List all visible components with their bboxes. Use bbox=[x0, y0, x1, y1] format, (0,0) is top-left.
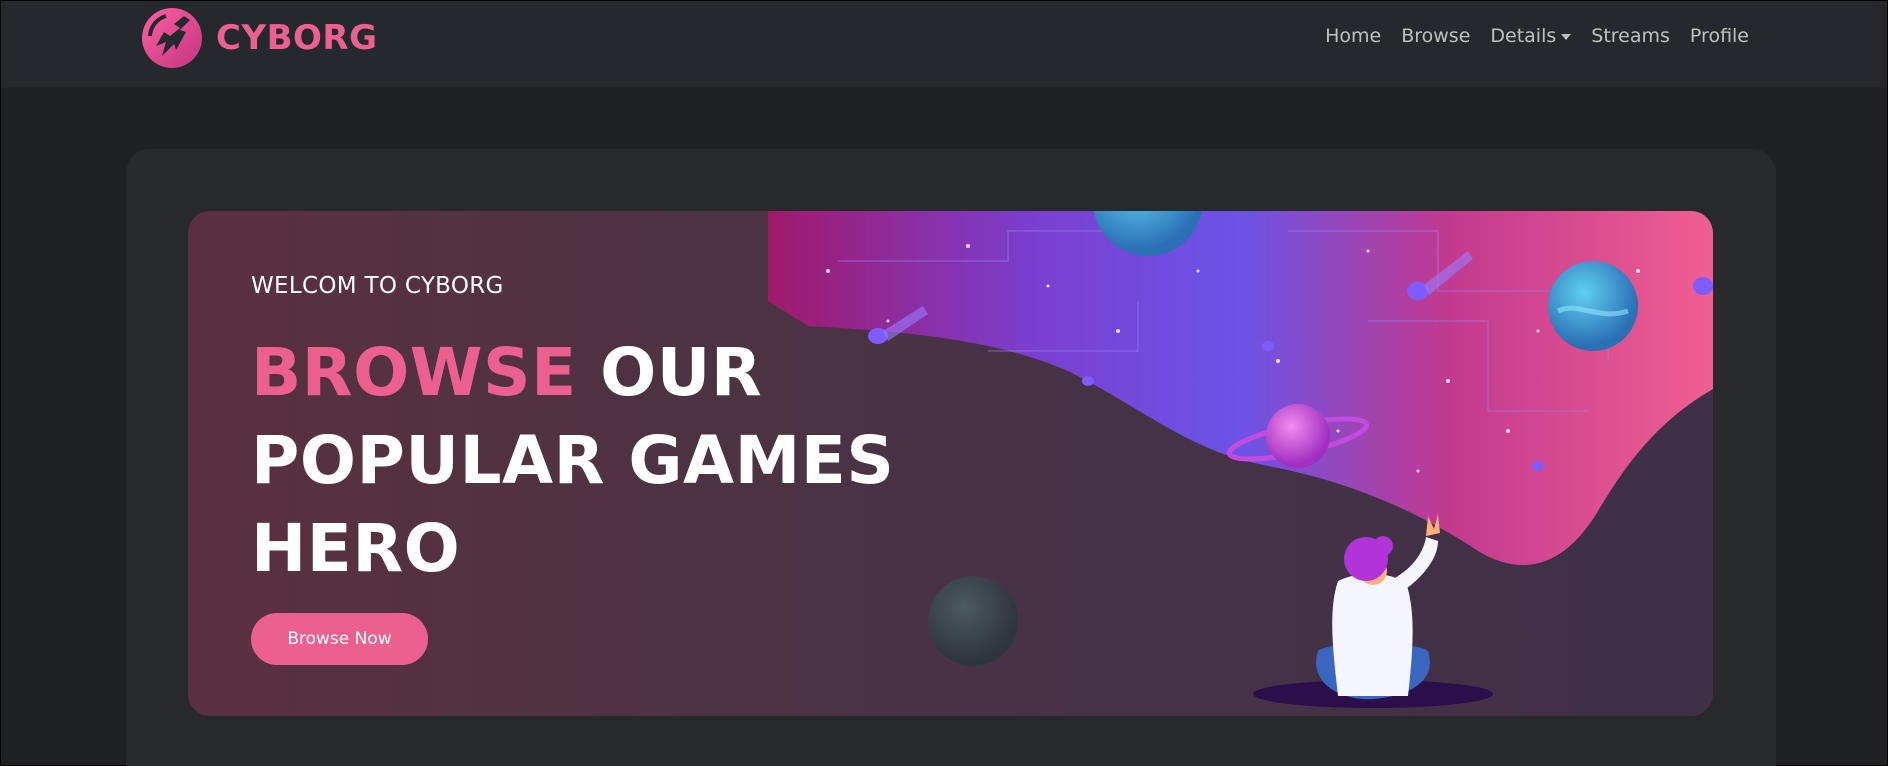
nav-browse[interactable]: Browse bbox=[1401, 25, 1470, 47]
nav-home[interactable]: Home bbox=[1325, 25, 1381, 47]
banner-headline: BROWSE OUR POPULAR GAMES HERO bbox=[251, 329, 971, 593]
welcome-text: WELCOM TO CYBORG bbox=[251, 273, 504, 299]
browse-now-button[interactable]: Browse Now bbox=[251, 613, 428, 665]
cyborg-logo-icon bbox=[142, 8, 202, 68]
site-header: CYBORG Home Browse Details Streams Profi… bbox=[1, 1, 1887, 87]
headline-line2: POPULAR GAMES bbox=[251, 422, 895, 499]
caret-down-icon bbox=[1561, 34, 1572, 40]
nav-profile[interactable]: Profile bbox=[1690, 25, 1749, 47]
nav-details-label: Details bbox=[1490, 25, 1557, 47]
headline-line3: HERO bbox=[251, 510, 461, 587]
headline-line1-rest: OUR bbox=[600, 334, 763, 411]
logo[interactable]: CYBORG bbox=[140, 6, 377, 70]
banner-text: WELCOM TO CYBORG BROWSE OUR POPULAR GAME… bbox=[251, 273, 971, 593]
nav-streams[interactable]: Streams bbox=[1591, 25, 1670, 47]
main-nav: Home Browse Details Streams Profile bbox=[1305, 25, 1749, 47]
headline-accent: BROWSE bbox=[251, 334, 577, 411]
hero-banner: WELCOM TO CYBORG BROWSE OUR POPULAR GAME… bbox=[188, 211, 1713, 716]
page: CYBORG Home Browse Details Streams Profi… bbox=[0, 0, 1888, 766]
nav-details[interactable]: Details bbox=[1490, 25, 1572, 47]
brand-name: CYBORG bbox=[216, 18, 378, 58]
